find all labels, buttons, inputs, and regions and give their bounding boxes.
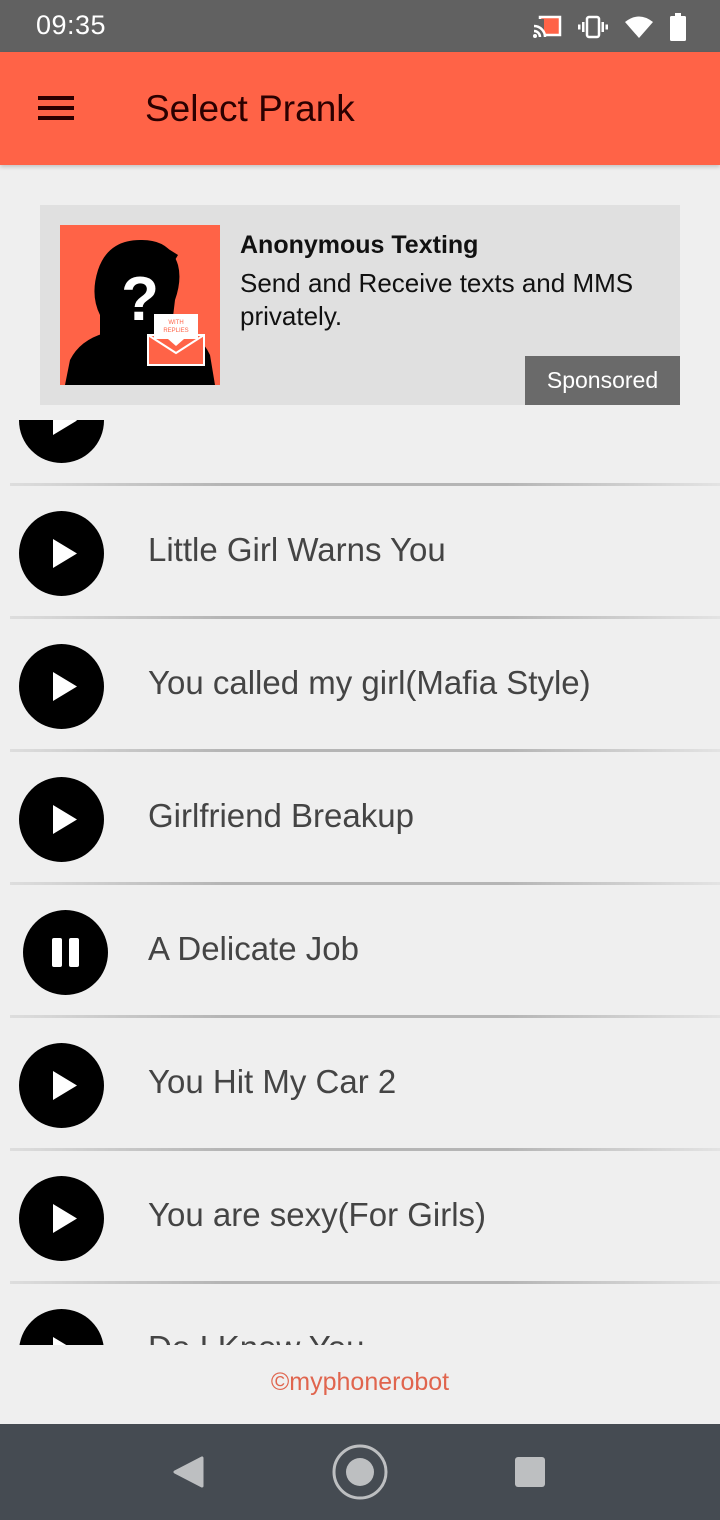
play-icon[interactable] [19,1176,104,1261]
play-icon[interactable] [19,777,104,862]
play-icon[interactable] [19,1309,104,1345]
svg-text:REPLIES: REPLIES [163,328,188,334]
vibrate-icon [578,15,608,39]
prank-title: You called my girl(Mafia Style) [148,664,591,701]
prank-title: A Delicate Job [148,930,359,967]
play-icon[interactable] [19,644,104,729]
prank-list-item[interactable]: A Delicate Job [0,885,720,1018]
hamburger-menu-icon[interactable] [30,88,82,128]
prank-list-item[interactable]: Girlfriend Breakup [0,752,720,885]
anonymous-person-icon: ? WITH REPLIES [65,239,215,385]
cast-icon [532,15,562,39]
back-icon[interactable] [160,1442,220,1502]
prank-title: You Hit My Car 2 [148,1063,397,1100]
play-icon[interactable] [19,511,104,596]
prank-list-item[interactable]: You called my girl(Mafia Style) [0,619,720,752]
copyright-footer: ©myphonerobot [270,1368,450,1396]
prank-list-item[interactable]: You Hit My Car 2 [0,1018,720,1151]
system-nav-bar [0,1424,720,1520]
sponsored-ad[interactable]: ? WITH REPLIES Anonymous Texting Send an… [40,205,680,405]
sponsored-badge: Sponsored [525,356,680,405]
svg-text:WITH: WITH [168,320,183,326]
home-icon[interactable] [330,1442,390,1502]
prank-list-item[interactable]: Little Girl Warns You [0,486,720,619]
prank-list[interactable]: Little Girl Warns You You called my girl(… [0,420,720,1345]
play-icon[interactable] [19,1043,104,1128]
pause-icon[interactable] [23,910,108,995]
recents-icon[interactable] [500,1442,560,1502]
prank-title: You are sexy(For Girls) [148,1196,487,1233]
ad-title: Anonymous Texting [240,231,479,259]
prank-title: Little Girl Warns You [148,531,446,568]
battery-icon [670,13,686,41]
svg-text:?: ? [121,265,159,334]
app-toolbar: Select Prank [0,52,720,165]
status-icons [532,12,686,42]
play-icon[interactable] [19,420,104,463]
status-bar: 09:35 [0,0,720,52]
prank-list-item[interactable]: Do I Know You [0,1284,720,1345]
page-title: Select Prank [145,88,355,129]
status-time: 09:35 [36,10,107,40]
prank-list-item[interactable]: You are sexy(For Girls) [0,1151,720,1284]
prank-title: Do I Know You [148,1329,365,1345]
wifi-icon [624,15,654,39]
ad-image: ? WITH REPLIES [60,225,220,385]
prank-list-item[interactable] [0,420,720,486]
prank-title: Girlfriend Breakup [148,797,414,834]
ad-description: Send and Receive texts and MMS privately… [240,268,634,331]
